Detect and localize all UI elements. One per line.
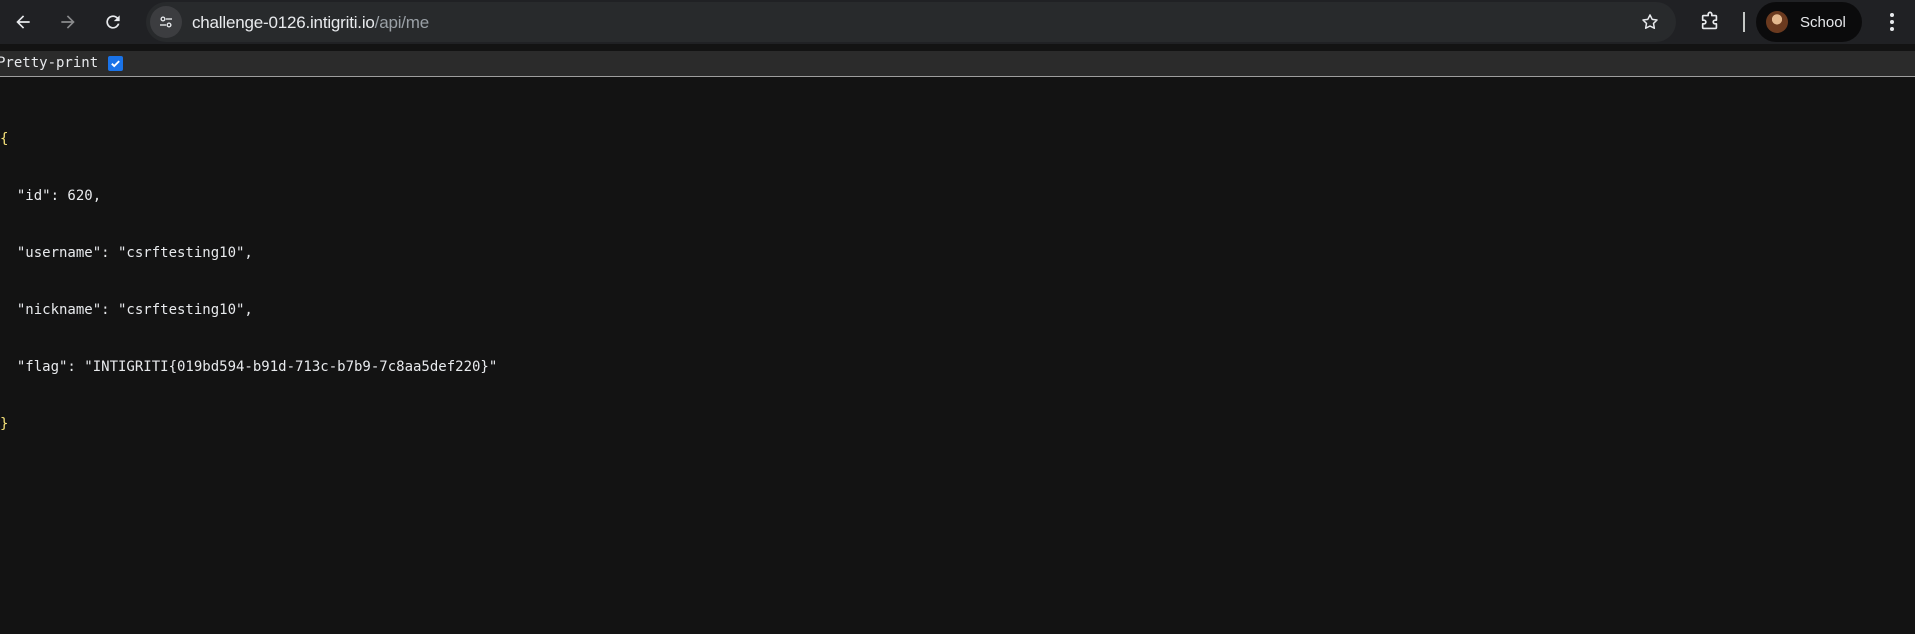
kebab-menu-icon bbox=[1890, 13, 1894, 31]
reload-button[interactable] bbox=[97, 6, 129, 38]
checkmark-icon bbox=[111, 60, 120, 68]
pretty-print-bar: Pretty-print bbox=[0, 51, 1915, 77]
url-host: challenge-0126.intigriti.io bbox=[192, 13, 375, 32]
pretty-print-checkbox[interactable] bbox=[108, 56, 123, 71]
site-info-button[interactable] bbox=[150, 6, 182, 38]
pretty-print-label: Pretty-print bbox=[0, 55, 99, 71]
url-path: /api/me bbox=[374, 13, 430, 32]
arrow-left-icon bbox=[16, 15, 30, 29]
reload-icon bbox=[106, 15, 120, 29]
json-close-brace: } bbox=[0, 416, 9, 432]
url-text[interactable]: challenge-0126.intigriti.io/api/me bbox=[192, 13, 429, 33]
star-icon[interactable] bbox=[1640, 12, 1660, 32]
browser-menu-button[interactable] bbox=[1878, 8, 1906, 36]
address-bar[interactable]: challenge-0126.intigriti.io/api/me bbox=[146, 2, 1676, 42]
browser-toolbar: challenge-0126.intigriti.io/api/me Schoo… bbox=[0, 0, 1915, 44]
arrow-right-icon bbox=[61, 15, 75, 29]
json-open-brace: { bbox=[0, 131, 9, 147]
json-line-flag: "flag": "INTIGRITI{019bd594-b91d-713c-b7… bbox=[0, 359, 498, 375]
profile-button[interactable]: School bbox=[1756, 2, 1862, 42]
json-line-nickname: "nickname": "csrftesting10", bbox=[0, 302, 253, 318]
profile-label: School bbox=[1800, 14, 1846, 31]
back-button[interactable] bbox=[7, 6, 39, 38]
avatar bbox=[1766, 11, 1788, 33]
extensions-button[interactable] bbox=[1696, 8, 1724, 36]
json-viewer: { "id": 620, "username": "csrftesting10"… bbox=[0, 92, 497, 453]
tune-icon bbox=[160, 16, 172, 28]
json-line-id: "id": 620, bbox=[0, 188, 102, 204]
json-line-username: "username": "csrftesting10", bbox=[0, 245, 253, 261]
puzzle-icon bbox=[1701, 11, 1718, 30]
toolbar-divider bbox=[1743, 12, 1745, 32]
forward-button[interactable] bbox=[52, 6, 84, 38]
